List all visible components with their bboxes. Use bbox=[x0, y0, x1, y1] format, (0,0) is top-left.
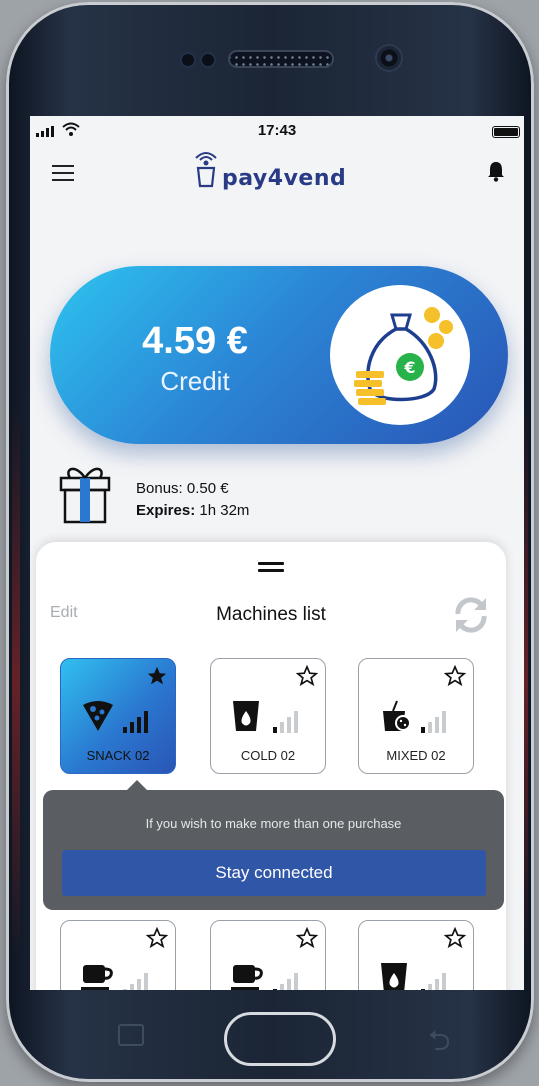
expires-value: 1h 32m bbox=[199, 502, 250, 519]
bonus-line: Bonus: 0.50 € bbox=[136, 480, 229, 497]
battery-icon bbox=[492, 126, 520, 138]
credit-label: Credit bbox=[160, 366, 230, 396]
gift-icon bbox=[59, 467, 111, 524]
sheet-drag-handle[interactable] bbox=[258, 562, 284, 576]
machine-label: MIXED 02 bbox=[386, 748, 446, 763]
sheet-title: Machines list bbox=[216, 604, 326, 625]
machine-label: SNACK 02 bbox=[86, 748, 150, 763]
back-key[interactable]: ⮌ bbox=[428, 1020, 450, 1068]
credit-amount: 4.59 € bbox=[142, 320, 248, 362]
machine-label: COLD 02 bbox=[240, 748, 296, 763]
machine-tile-cold-02[interactable]: COLD 02 bbox=[210, 658, 326, 774]
signal-strength-icon bbox=[421, 973, 446, 990]
machine-tile-snack-02[interactable]: SNACK 02 bbox=[60, 658, 176, 774]
svg-text:€: € bbox=[403, 358, 415, 377]
favorite-star-filled-icon[interactable] bbox=[146, 665, 168, 687]
favorite-star-outline-icon[interactable] bbox=[444, 665, 466, 687]
mixed-icon bbox=[383, 700, 411, 731]
machine-tile-coffee-1[interactable] bbox=[60, 920, 176, 990]
cold-cup-icon bbox=[381, 963, 407, 990]
credit-card[interactable]: 4.59 € Credit € bbox=[50, 266, 508, 444]
light-sensor bbox=[202, 54, 214, 66]
stay-connected-button[interactable]: Stay connected bbox=[62, 850, 486, 896]
machine-tile-cold-2[interactable] bbox=[358, 920, 474, 990]
signal-strength-icon bbox=[123, 711, 148, 733]
refresh-icon[interactable] bbox=[450, 594, 492, 636]
app-header: pay4vend bbox=[30, 146, 524, 196]
machine-tile-mixed-02[interactable]: MIXED 02 bbox=[358, 658, 474, 774]
app-logo: pay4vend bbox=[190, 152, 347, 191]
expires-line: Expires: 1h 32m bbox=[136, 502, 249, 519]
machine-tile-coffee-2[interactable] bbox=[210, 920, 326, 990]
signal-strength-icon bbox=[273, 711, 298, 733]
favorite-star-outline-icon[interactable] bbox=[296, 927, 318, 949]
coffee-cup-icon bbox=[81, 965, 113, 990]
proximity-sensor bbox=[182, 54, 194, 66]
bonus-label: Bonus: bbox=[136, 480, 183, 497]
money-bag-badge: € bbox=[330, 285, 470, 425]
signal-strength-icon bbox=[273, 973, 298, 990]
favorite-star-outline-icon[interactable] bbox=[444, 927, 466, 949]
stay-connected-tooltip: If you wish to make more than one purcha… bbox=[43, 780, 504, 910]
status-time: 17:43 bbox=[257, 122, 297, 139]
money-bag-icon: € bbox=[354, 307, 453, 405]
app-screen: 17:43 pay4vend 4.59 € Credit € Bonus: 0.… bbox=[30, 116, 524, 990]
notification-bell-icon[interactable] bbox=[486, 160, 506, 182]
tooltip-message: If you wish to make more than one purcha… bbox=[145, 816, 402, 831]
menu-icon[interactable] bbox=[52, 165, 74, 181]
signal-strength-icon bbox=[123, 973, 148, 990]
cold-cup-icon bbox=[233, 701, 259, 731]
front-camera bbox=[377, 46, 401, 70]
home-button[interactable] bbox=[224, 1012, 336, 1066]
bonus-info: Bonus: 0.50 € Expires: 1h 32m bbox=[56, 460, 356, 530]
logo-cup-icon bbox=[195, 152, 217, 188]
signal-strength-icon bbox=[421, 711, 446, 733]
status-bar: 17:43 bbox=[30, 116, 524, 146]
bonus-value: 0.50 € bbox=[186, 480, 229, 497]
logo-text: pay4vend bbox=[222, 166, 347, 191]
expires-label: Expires: bbox=[136, 502, 196, 519]
favorite-star-outline-icon[interactable] bbox=[146, 927, 168, 949]
phone-edge-left bbox=[12, 402, 20, 962]
coffee-cup-icon bbox=[231, 965, 263, 990]
favorite-star-outline-icon[interactable] bbox=[296, 665, 318, 687]
recent-apps-key[interactable] bbox=[118, 1024, 144, 1046]
machines-sheet: Edit Machines list SNACK 02 COLD 02 MIXE… bbox=[36, 542, 506, 990]
pizza-icon bbox=[83, 701, 113, 731]
earpiece-speaker bbox=[228, 50, 334, 68]
